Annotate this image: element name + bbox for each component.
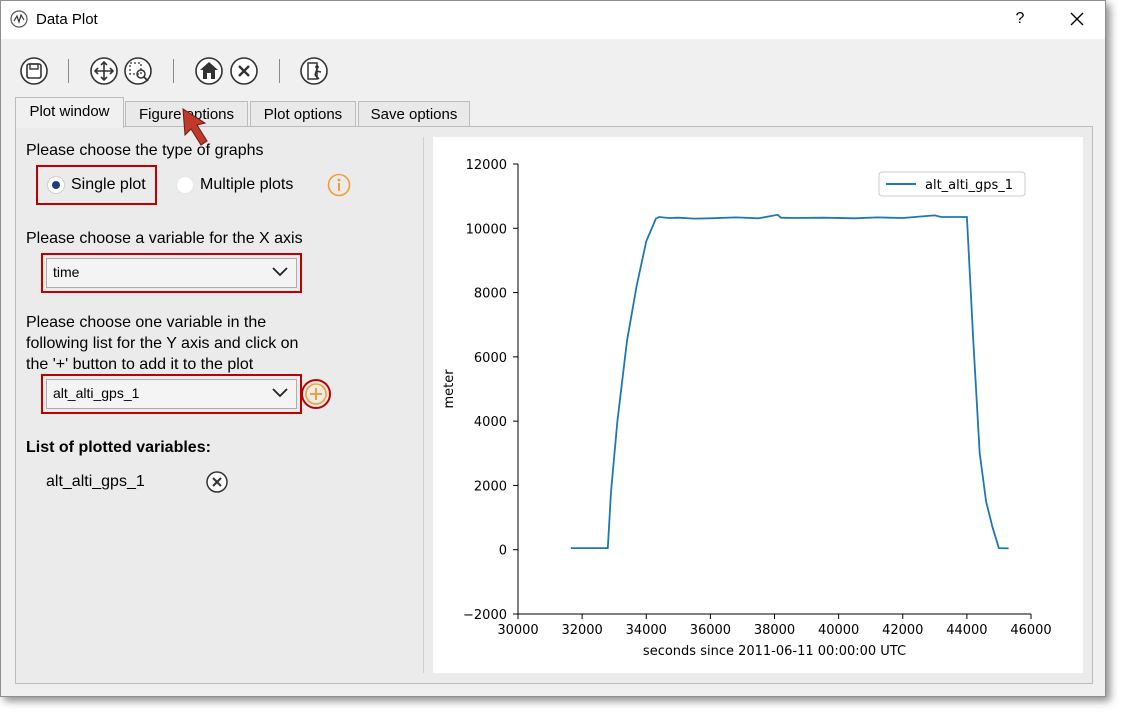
remove-variable-button[interactable]	[205, 470, 229, 494]
multiple-plots-radio[interactable]	[176, 176, 194, 194]
x-tick-label: 36000	[690, 623, 731, 638]
plot-area: 30000 32000 34000 36000 38000 40000 42000 44000…	[433, 137, 1083, 673]
legend-label: alt_alti_gps_1	[925, 178, 1013, 193]
single-plot-radio[interactable]	[47, 176, 65, 194]
x-tick-label: 40000	[818, 623, 859, 638]
x-tick-label: 42000	[882, 623, 923, 638]
toolbar-separator	[173, 59, 174, 83]
y-tick-label: −2000	[463, 608, 507, 623]
line-chart[interactable]: 30000 32000 34000 36000 38000 40000 42000 44000…	[433, 137, 1083, 673]
app-icon	[10, 10, 28, 28]
x-tick-label: 46000	[1010, 623, 1051, 638]
y-axis-select-value: alt_alti_gps_1	[53, 385, 140, 401]
y-tick-label: 4000	[474, 415, 507, 430]
info-icon[interactable]	[327, 173, 351, 197]
clear-icon[interactable]	[229, 56, 259, 86]
y-tick-label: 2000	[474, 479, 507, 494]
x-tick-label: 44000	[946, 623, 987, 638]
plotted-variables-heading: List of plotted variables:	[26, 439, 211, 456]
graph-type-prompt: Please choose the type of graphs	[26, 142, 264, 159]
chevron-down-icon	[272, 267, 288, 277]
add-variable-button[interactable]	[300, 378, 332, 410]
x-tick-label: 32000	[561, 623, 602, 638]
window-title: Data Plot	[36, 11, 98, 28]
y-axis-prompt-line2: following list for the Y axis and click …	[26, 335, 299, 352]
series-line-alt_alti_gps_1	[570, 213, 1009, 550]
y-tick-label: 10000	[466, 222, 507, 237]
y-axis-prompt-line3: the '+' button to add it to the plot	[26, 356, 254, 373]
tab-plot-window[interactable]: Plot window	[15, 97, 124, 128]
title-bar: Data Plot ?	[1, 1, 1105, 39]
y-tick-label: 6000	[474, 351, 507, 366]
zoom-icon[interactable]	[123, 56, 153, 86]
x-tick-label: 34000	[626, 623, 667, 638]
toolbar-separator	[279, 59, 280, 83]
y-axis-prompt-line1: Please choose one variable in the	[26, 314, 267, 331]
x-axis-prompt: Please choose a variable for the X axis	[26, 230, 303, 247]
x-tick-label: 38000	[754, 623, 795, 638]
tab-plot-options[interactable]: Plot options	[250, 101, 356, 126]
x-axis-select[interactable]: time	[46, 258, 297, 288]
close-window-button[interactable]	[1063, 7, 1091, 31]
home-icon[interactable]	[194, 56, 224, 86]
multiple-plots-label[interactable]: Multiple plots	[200, 176, 293, 194]
x-axis-label: seconds since 2011-06-11 00:00:00 UTC	[643, 644, 906, 659]
pan-icon[interactable]	[89, 56, 119, 86]
toolbar-separator	[68, 59, 69, 83]
x-tick-label: 30000	[497, 623, 538, 638]
plotted-variable-item: alt_alti_gps_1	[46, 473, 145, 490]
panel-divider	[423, 137, 424, 673]
tab-save-options[interactable]: Save options	[358, 101, 470, 126]
y-tick-label: 12000	[466, 158, 507, 173]
y-tick-label: 0	[499, 544, 507, 559]
pointer-arrow-icon	[182, 108, 208, 146]
x-axis-select-value: time	[53, 264, 80, 280]
save-icon[interactable]	[19, 56, 49, 86]
chevron-down-icon	[272, 388, 288, 398]
exit-icon[interactable]	[299, 56, 329, 86]
y-axis-select[interactable]: alt_alti_gps_1	[46, 379, 297, 409]
single-plot-label[interactable]: Single plot	[71, 176, 146, 194]
y-axis-label: meter	[442, 369, 457, 409]
radio-selected-dot	[52, 181, 60, 189]
help-button[interactable]: ?	[1009, 7, 1031, 31]
y-tick-label: 8000	[474, 287, 507, 302]
data-plot-window: Data Plot ? Plot window Figure options P…	[0, 0, 1106, 697]
